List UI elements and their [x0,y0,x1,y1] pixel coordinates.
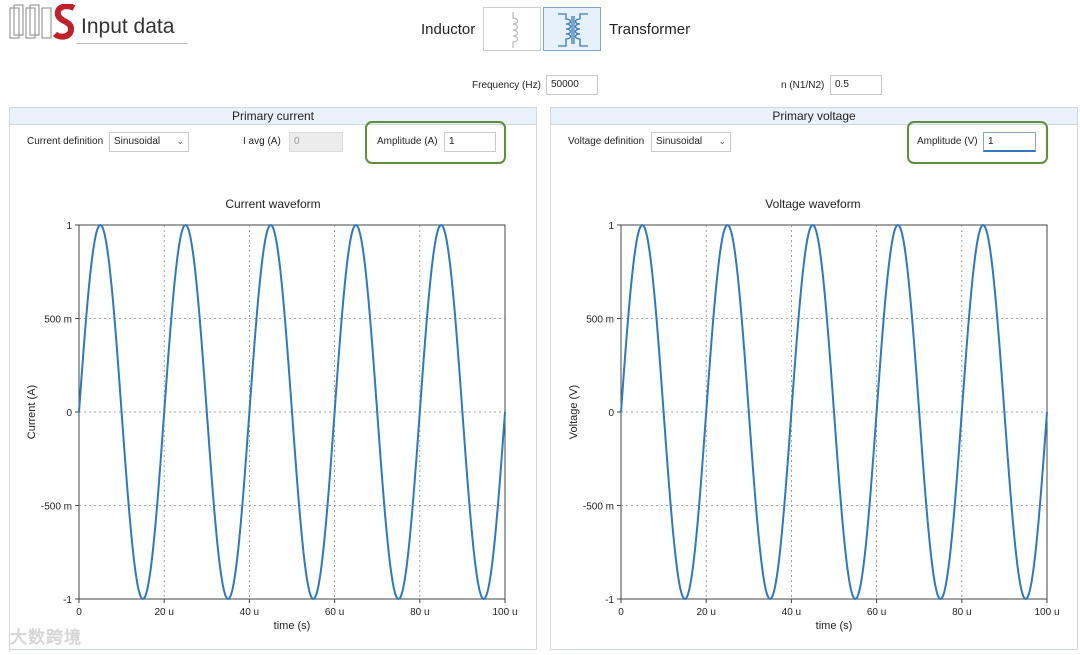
current-x-axis-label: time (s) [274,620,311,632]
voltage-x-axis-label: time (s) [816,620,853,632]
current-y-tick-label: 0 [66,408,72,419]
voltage-x-tick-label: 80 u [952,607,971,618]
current-y-tick-label: -500 m [41,502,72,513]
voltage-y-tick-label: 500 m [586,315,614,326]
voltage-x-tick-label: 60 u [867,607,886,618]
current-y-tick-label: 500 m [44,315,72,326]
voltage-x-tick-label: 20 u [696,607,715,618]
voltage-waveform-chart: 0 20 u 40 u 60 u 80 u 100 u 1 500 m 0 -500 m -1 tim… [568,221,1060,632]
voltage-x-tick-label: 40 u [782,607,801,618]
watermark-text: 大数跨境 [10,628,82,647]
voltage-y-axis-label: Voltage (V) [568,385,580,439]
current-x-tick-label: 100 u [492,607,517,618]
voltage-x-tick-label: 0 [618,607,624,618]
voltage-y-tick-label: 1 [608,221,614,232]
current-y-axis-label: Current (A) [26,385,38,439]
voltage-y-tick-label: 0 [608,408,614,419]
current-x-tick-label: 20 u [154,607,173,618]
current-x-tick-label: 80 u [410,607,429,618]
voltage-y-tick-label: -1 [605,595,614,606]
current-y-tick-label: 1 [66,221,72,232]
voltage-y-tick-label: -500 m [583,502,614,513]
current-x-tick-label: 0 [76,607,82,618]
current-x-tick-label: 40 u [240,607,259,618]
current-x-tick-label: 60 u [325,607,344,618]
current-y-tick-label: -1 [63,595,72,606]
current-waveform-chart: 0 20 u 40 u 60 u 80 u 100 u 1 500 m 0 -500 m -1 tim… [26,221,518,632]
voltage-x-tick-label: 100 u [1034,607,1059,618]
